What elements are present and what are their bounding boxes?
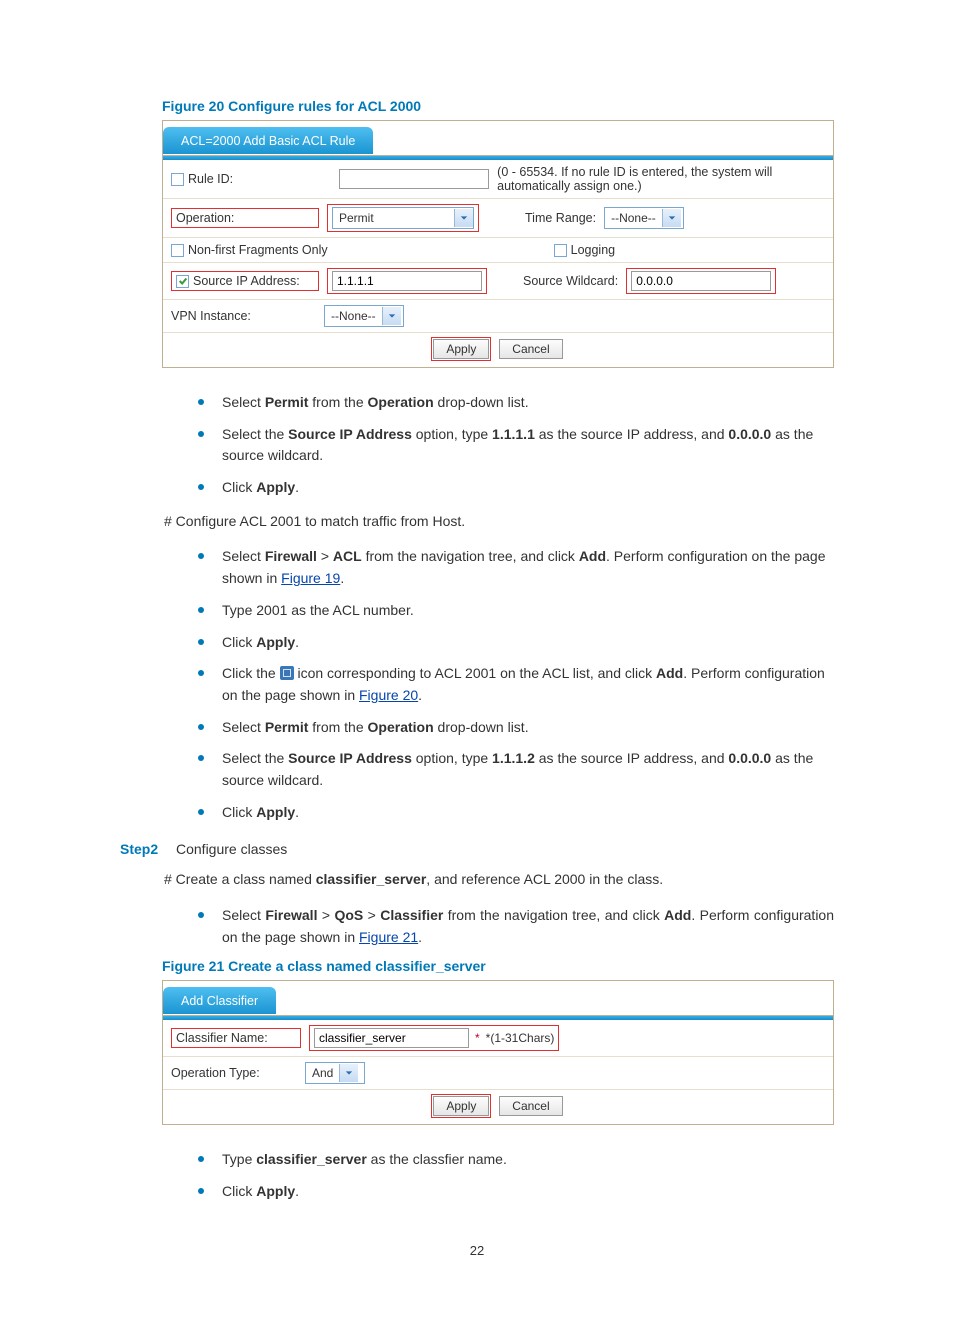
- row-vpn: VPN Instance: --None--: [163, 300, 833, 333]
- button-row: Apply Cancel: [163, 1090, 833, 1124]
- chevron-down-icon: [454, 209, 473, 227]
- time-range-label: Time Range:: [525, 211, 596, 225]
- optype-dropdown[interactable]: And: [305, 1062, 365, 1084]
- cancel-button[interactable]: Cancel: [499, 1096, 562, 1116]
- list-item: Select Permit from the Operation drop-do…: [198, 717, 834, 739]
- tab-bar: Add Classifier: [163, 981, 833, 1016]
- step-2-row: Step2 Configure classes: [120, 841, 834, 857]
- row-operation-type: Operation Type: And: [163, 1057, 833, 1090]
- document-page: Figure 20 Configure rules for ACL 2000 A…: [0, 0, 954, 1318]
- rule-id-checkbox[interactable]: Rule ID:: [171, 172, 233, 186]
- checkbox-checked-icon: [176, 275, 189, 288]
- hash-line-1: # Configure ACL 2001 to match traffic fr…: [164, 511, 834, 533]
- rule-id-hint: (0 - 65534. If no rule ID is entered, th…: [497, 165, 825, 193]
- figure-20-link[interactable]: Figure 20: [359, 687, 418, 703]
- list-item: Click Apply.: [198, 477, 834, 499]
- apply-button[interactable]: Apply: [433, 339, 489, 359]
- chevron-down-icon: [339, 1064, 358, 1082]
- list-item: Click Apply.: [198, 632, 834, 654]
- figure-20-caption: Figure 20 Configure rules for ACL 2000: [162, 98, 834, 114]
- list-item: Select Permit from the Operation drop-do…: [198, 392, 834, 414]
- list-item: Select Firewall > QoS > Classifier from …: [198, 905, 834, 948]
- bullet-list-d: Type classifier_server as the classfier …: [198, 1149, 834, 1202]
- operation-highlight: Permit: [327, 204, 479, 232]
- row-operation: Operation: Permit Time Range: --None--: [163, 199, 833, 238]
- classifier-name-label: Classifier Name:: [171, 1028, 301, 1048]
- list-item: Select the Source IP Address option, typ…: [198, 424, 834, 467]
- chevron-down-icon: [662, 209, 681, 227]
- edit-icon: [280, 666, 294, 680]
- rule-id-label: Rule ID:: [188, 172, 233, 186]
- step-2-label: Step2: [120, 841, 164, 857]
- tab-acl-rule[interactable]: ACL=2000 Add Basic ACL Rule: [163, 127, 373, 154]
- tab-add-classifier[interactable]: Add Classifier: [163, 987, 276, 1014]
- hash-line-2: # Create a class named classifier_server…: [164, 869, 834, 891]
- list-item: Select Firewall > ACL from the navigatio…: [198, 546, 834, 589]
- nonfirst-checkbox[interactable]: Non-first Fragments Only: [171, 243, 328, 257]
- row-classifier-name: Classifier Name: **(1-31Chars): [163, 1020, 833, 1057]
- cancel-button[interactable]: Cancel: [499, 339, 562, 359]
- row-source-ip: Source IP Address: Source Wildcard:: [163, 263, 833, 300]
- button-row: Apply Cancel: [163, 333, 833, 367]
- list-item: Select the Source IP Address option, typ…: [198, 748, 834, 791]
- logging-checkbox[interactable]: Logging: [554, 243, 616, 257]
- list-item: Type 2001 as the ACL number.: [198, 600, 834, 622]
- operation-value: Permit: [333, 211, 380, 225]
- srcwild-input-highlight: [626, 268, 776, 294]
- list-item: Click the icon corresponding to ACL 2001…: [198, 663, 834, 706]
- row-rule-id: Rule ID: (0 - 65534. If no rule ID is en…: [163, 160, 833, 199]
- time-range-value: --None--: [605, 211, 662, 225]
- srcwild-input[interactable]: [631, 271, 771, 291]
- checkbox-icon: [171, 173, 184, 186]
- figure-21-caption: Figure 21 Create a class named classifie…: [162, 958, 834, 974]
- time-range-dropdown[interactable]: --None--: [604, 207, 684, 229]
- list-item: Click Apply.: [198, 802, 834, 824]
- srcip-input-highlight: [327, 268, 487, 294]
- bullet-list-b: Select Firewall > ACL from the navigatio…: [198, 546, 834, 823]
- srcwild-label: Source Wildcard:: [523, 274, 618, 288]
- vpn-dropdown[interactable]: --None--: [324, 305, 404, 327]
- bullet-list-c: Select Firewall > QoS > Classifier from …: [198, 905, 834, 948]
- vpn-value: --None--: [325, 309, 382, 323]
- figure-19-link[interactable]: Figure 19: [281, 570, 340, 586]
- bullet-list-a: Select Permit from the Operation drop-do…: [198, 392, 834, 499]
- checkbox-icon: [171, 244, 184, 257]
- srcip-input[interactable]: [332, 271, 482, 291]
- list-item: Click Apply.: [198, 1181, 834, 1203]
- step-2-text: Configure classes: [176, 841, 287, 857]
- tab-bar: ACL=2000 Add Basic ACL Rule: [163, 121, 833, 156]
- page-number: 22: [120, 1243, 834, 1258]
- operation-dropdown[interactable]: Permit: [332, 207, 474, 229]
- list-item: Type classifier_server as the classfier …: [198, 1149, 834, 1171]
- vpn-label: VPN Instance:: [171, 309, 316, 323]
- classifier-name-hint: *(1-31Chars): [486, 1031, 555, 1045]
- optype-label: Operation Type:: [171, 1066, 297, 1080]
- apply-button[interactable]: Apply: [433, 1096, 489, 1116]
- logging-label: Logging: [571, 243, 616, 257]
- nonfirst-label: Non-first Fragments Only: [188, 243, 328, 257]
- chevron-down-icon: [382, 307, 401, 325]
- figure-21-link[interactable]: Figure 21: [359, 929, 418, 945]
- srcip-checkbox[interactable]: Source IP Address:: [171, 271, 319, 291]
- figure-21-panel: Add Classifier Classifier Name: **(1-31C…: [162, 980, 834, 1125]
- checkbox-icon: [554, 244, 567, 257]
- operation-label: Operation:: [171, 208, 319, 228]
- figure-20-panel: ACL=2000 Add Basic ACL Rule Rule ID: (0 …: [162, 120, 834, 368]
- rule-id-input[interactable]: [339, 169, 489, 189]
- optype-value: And: [306, 1066, 339, 1080]
- classifier-input-highlight: **(1-31Chars): [309, 1025, 559, 1051]
- srcip-label: Source IP Address:: [193, 274, 300, 288]
- row-fragments-logging: Non-first Fragments Only Logging: [163, 238, 833, 263]
- classifier-name-input[interactable]: [314, 1028, 469, 1048]
